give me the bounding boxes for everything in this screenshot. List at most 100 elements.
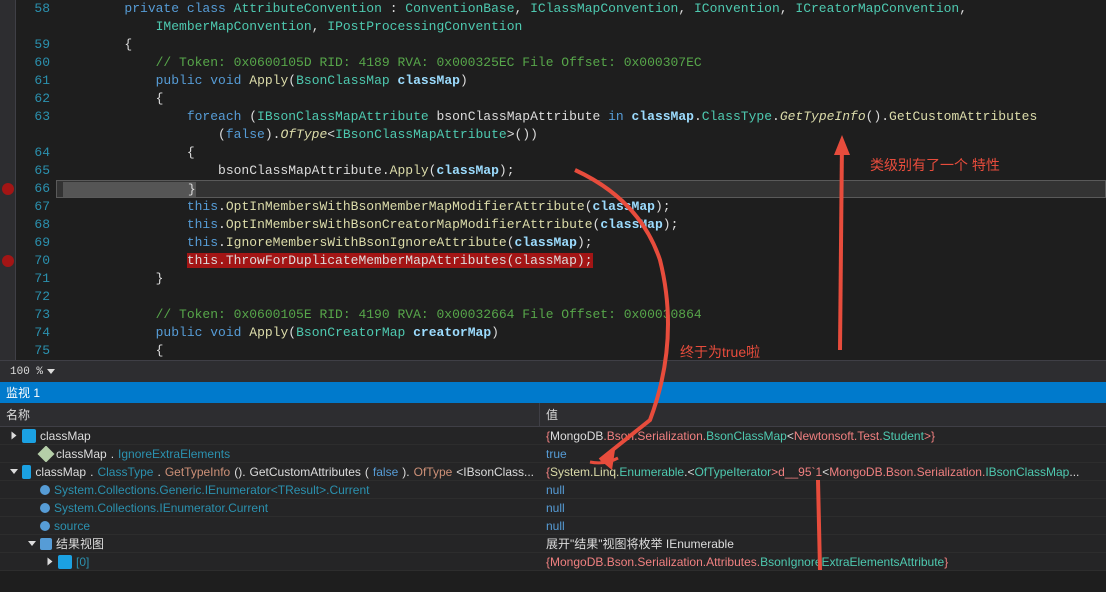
code-line[interactable] xyxy=(56,288,1106,306)
line-number: 64 xyxy=(16,144,50,162)
line-number: 72 xyxy=(16,288,50,306)
gutter-cell[interactable] xyxy=(0,72,15,90)
zoom-value: 100 % xyxy=(10,366,43,378)
gutter-cell[interactable] xyxy=(0,198,15,216)
watch-row[interactable]: System.Collections.IEnumerator.Currentnu… xyxy=(0,499,1106,517)
code-line[interactable]: this.OptInMembersWithBsonMemberMapModifi… xyxy=(56,198,1106,216)
code-line[interactable]: this.ThrowForDuplicateMemberMapAttribute… xyxy=(56,252,1106,270)
expand-icon[interactable] xyxy=(12,432,17,440)
column-header-value[interactable]: 值 xyxy=(540,403,1106,426)
watch-value-cell: {System.Linq.Enumerable.<OfTypeIterator>… xyxy=(540,464,1106,480)
gutter-cell[interactable] xyxy=(0,54,15,72)
watch-value-cell: null xyxy=(540,518,1106,534)
var-icon xyxy=(22,465,31,479)
watch-value-cell: {MongoDB.Bson.Serialization.Attributes.B… xyxy=(540,554,1106,570)
gutter-cell[interactable] xyxy=(0,288,15,306)
watch-window-title[interactable]: 监视 1 xyxy=(0,382,1106,403)
line-number: 62 xyxy=(16,90,50,108)
gutter-cell[interactable] xyxy=(0,0,15,18)
code-line[interactable]: // Token: 0x0600105D RID: 4189 RVA: 0x00… xyxy=(56,54,1106,72)
zoom-level-dropdown[interactable]: 100 % xyxy=(6,365,59,379)
watch-row[interactable]: classMap{MongoDB.Bson.Serialization.Bson… xyxy=(0,427,1106,445)
code-content[interactable]: private class AttributeConvention : Conv… xyxy=(56,0,1106,360)
code-line[interactable]: } xyxy=(56,180,1106,198)
code-line[interactable]: { xyxy=(56,342,1106,360)
breakpoint-icon[interactable] xyxy=(2,183,14,195)
watch-name-cell[interactable]: System.Collections.Generic.IEnumerator<T… xyxy=(0,482,540,498)
watch-value-cell: {MongoDB.Bson.Serialization.BsonClassMap… xyxy=(540,428,1106,444)
gutter-cell[interactable] xyxy=(0,36,15,54)
line-number: 75 xyxy=(16,342,50,360)
code-line[interactable]: IMemberMapConvention, IPostProcessingCon… xyxy=(56,18,1106,36)
watch-value-cell: true xyxy=(540,446,1106,462)
gutter-cell[interactable] xyxy=(0,324,15,342)
code-line[interactable]: } xyxy=(56,270,1106,288)
field-icon xyxy=(40,521,50,531)
watch-row[interactable]: System.Collections.Generic.IEnumerator<T… xyxy=(0,481,1106,499)
column-header-name[interactable]: 名称 xyxy=(0,403,540,426)
code-editor[interactable]: 585960616263646566676869707172737475 pri… xyxy=(0,0,1106,360)
watch-value-cell: null xyxy=(540,500,1106,516)
gutter-cell[interactable] xyxy=(0,252,15,270)
code-line[interactable]: this.OptInMembersWithBsonCreatorMapModif… xyxy=(56,216,1106,234)
code-line[interactable]: public void Apply(BsonClassMap classMap) xyxy=(56,72,1106,90)
prop-icon xyxy=(38,446,55,462)
watch-row[interactable]: classMap.ClassType.GetTypeInfo().GetCust… xyxy=(0,463,1106,481)
line-number: 60 xyxy=(16,54,50,72)
line-number: 67 xyxy=(16,198,50,216)
code-line[interactable]: bsonClassMapAttribute.Apply(classMap); xyxy=(56,162,1106,180)
code-line[interactable]: // Token: 0x0600105E RID: 4190 RVA: 0x00… xyxy=(56,306,1106,324)
code-line[interactable]: (false).OfType<IBsonClassMapAttribute>()… xyxy=(56,126,1106,144)
breakpoint-icon[interactable] xyxy=(2,255,14,267)
gutter-cell[interactable] xyxy=(0,306,15,324)
results-icon xyxy=(40,538,52,550)
watch-row[interactable]: sourcenull xyxy=(0,517,1106,535)
breakpoint-gutter[interactable] xyxy=(0,0,16,360)
watch-name-cell[interactable]: classMap xyxy=(0,428,540,444)
line-number: 59 xyxy=(16,36,50,54)
gutter-cell[interactable] xyxy=(0,342,15,360)
watch-name-cell[interactable]: [0] xyxy=(0,554,540,570)
watch-name-cell[interactable]: classMap.IgnoreExtraElements xyxy=(0,446,540,462)
code-line[interactable]: foreach (IBsonClassMapAttribute bsonClas… xyxy=(56,108,1106,126)
line-number: 65 xyxy=(16,162,50,180)
gutter-cell[interactable] xyxy=(0,18,15,36)
code-line[interactable]: { xyxy=(56,36,1106,54)
gutter-cell[interactable] xyxy=(0,180,15,198)
watch-grid: 名称 值 classMap{MongoDB.Bson.Serialization… xyxy=(0,403,1106,571)
code-line[interactable]: public void Apply(BsonCreatorMap creator… xyxy=(56,324,1106,342)
watch-name-cell[interactable]: System.Collections.IEnumerator.Current xyxy=(0,500,540,516)
gutter-cell[interactable] xyxy=(0,270,15,288)
code-line[interactable]: { xyxy=(56,144,1106,162)
field-icon xyxy=(40,485,50,495)
line-number: 63 xyxy=(16,108,50,126)
watch-row[interactable]: [0]{MongoDB.Bson.Serialization.Attribute… xyxy=(0,553,1106,571)
editor-status-bar: 100 % xyxy=(0,360,1106,382)
line-number: 70 xyxy=(16,252,50,270)
gutter-cell[interactable] xyxy=(0,126,15,144)
watch-row[interactable]: classMap.IgnoreExtraElementstrue xyxy=(0,445,1106,463)
field-icon xyxy=(40,503,50,513)
expand-icon[interactable] xyxy=(10,469,18,474)
gutter-cell[interactable] xyxy=(0,90,15,108)
watch-name-cell[interactable]: source xyxy=(0,518,540,534)
code-line[interactable]: { xyxy=(56,90,1106,108)
gutter-cell[interactable] xyxy=(0,108,15,126)
line-number: 58 xyxy=(16,0,50,18)
expand-icon[interactable] xyxy=(28,541,36,546)
line-number: 68 xyxy=(16,216,50,234)
watch-row[interactable]: 结果视图展开"结果"视图将枚举 IEnumerable xyxy=(0,535,1106,553)
line-number: 71 xyxy=(16,270,50,288)
var-icon xyxy=(58,555,72,569)
gutter-cell[interactable] xyxy=(0,162,15,180)
code-line[interactable]: this.IgnoreMembersWithBsonIgnoreAttribut… xyxy=(56,234,1106,252)
gutter-cell[interactable] xyxy=(0,234,15,252)
var-icon xyxy=(22,429,36,443)
watch-value-cell: 展开"结果"视图将枚举 IEnumerable xyxy=(540,534,1106,553)
gutter-cell[interactable] xyxy=(0,144,15,162)
gutter-cell[interactable] xyxy=(0,216,15,234)
watch-name-cell[interactable]: classMap.ClassType.GetTypeInfo().GetCust… xyxy=(0,464,540,480)
code-line[interactable]: private class AttributeConvention : Conv… xyxy=(56,0,1106,18)
expand-icon[interactable] xyxy=(48,558,53,566)
watch-name-cell[interactable]: 结果视图 xyxy=(0,534,540,553)
